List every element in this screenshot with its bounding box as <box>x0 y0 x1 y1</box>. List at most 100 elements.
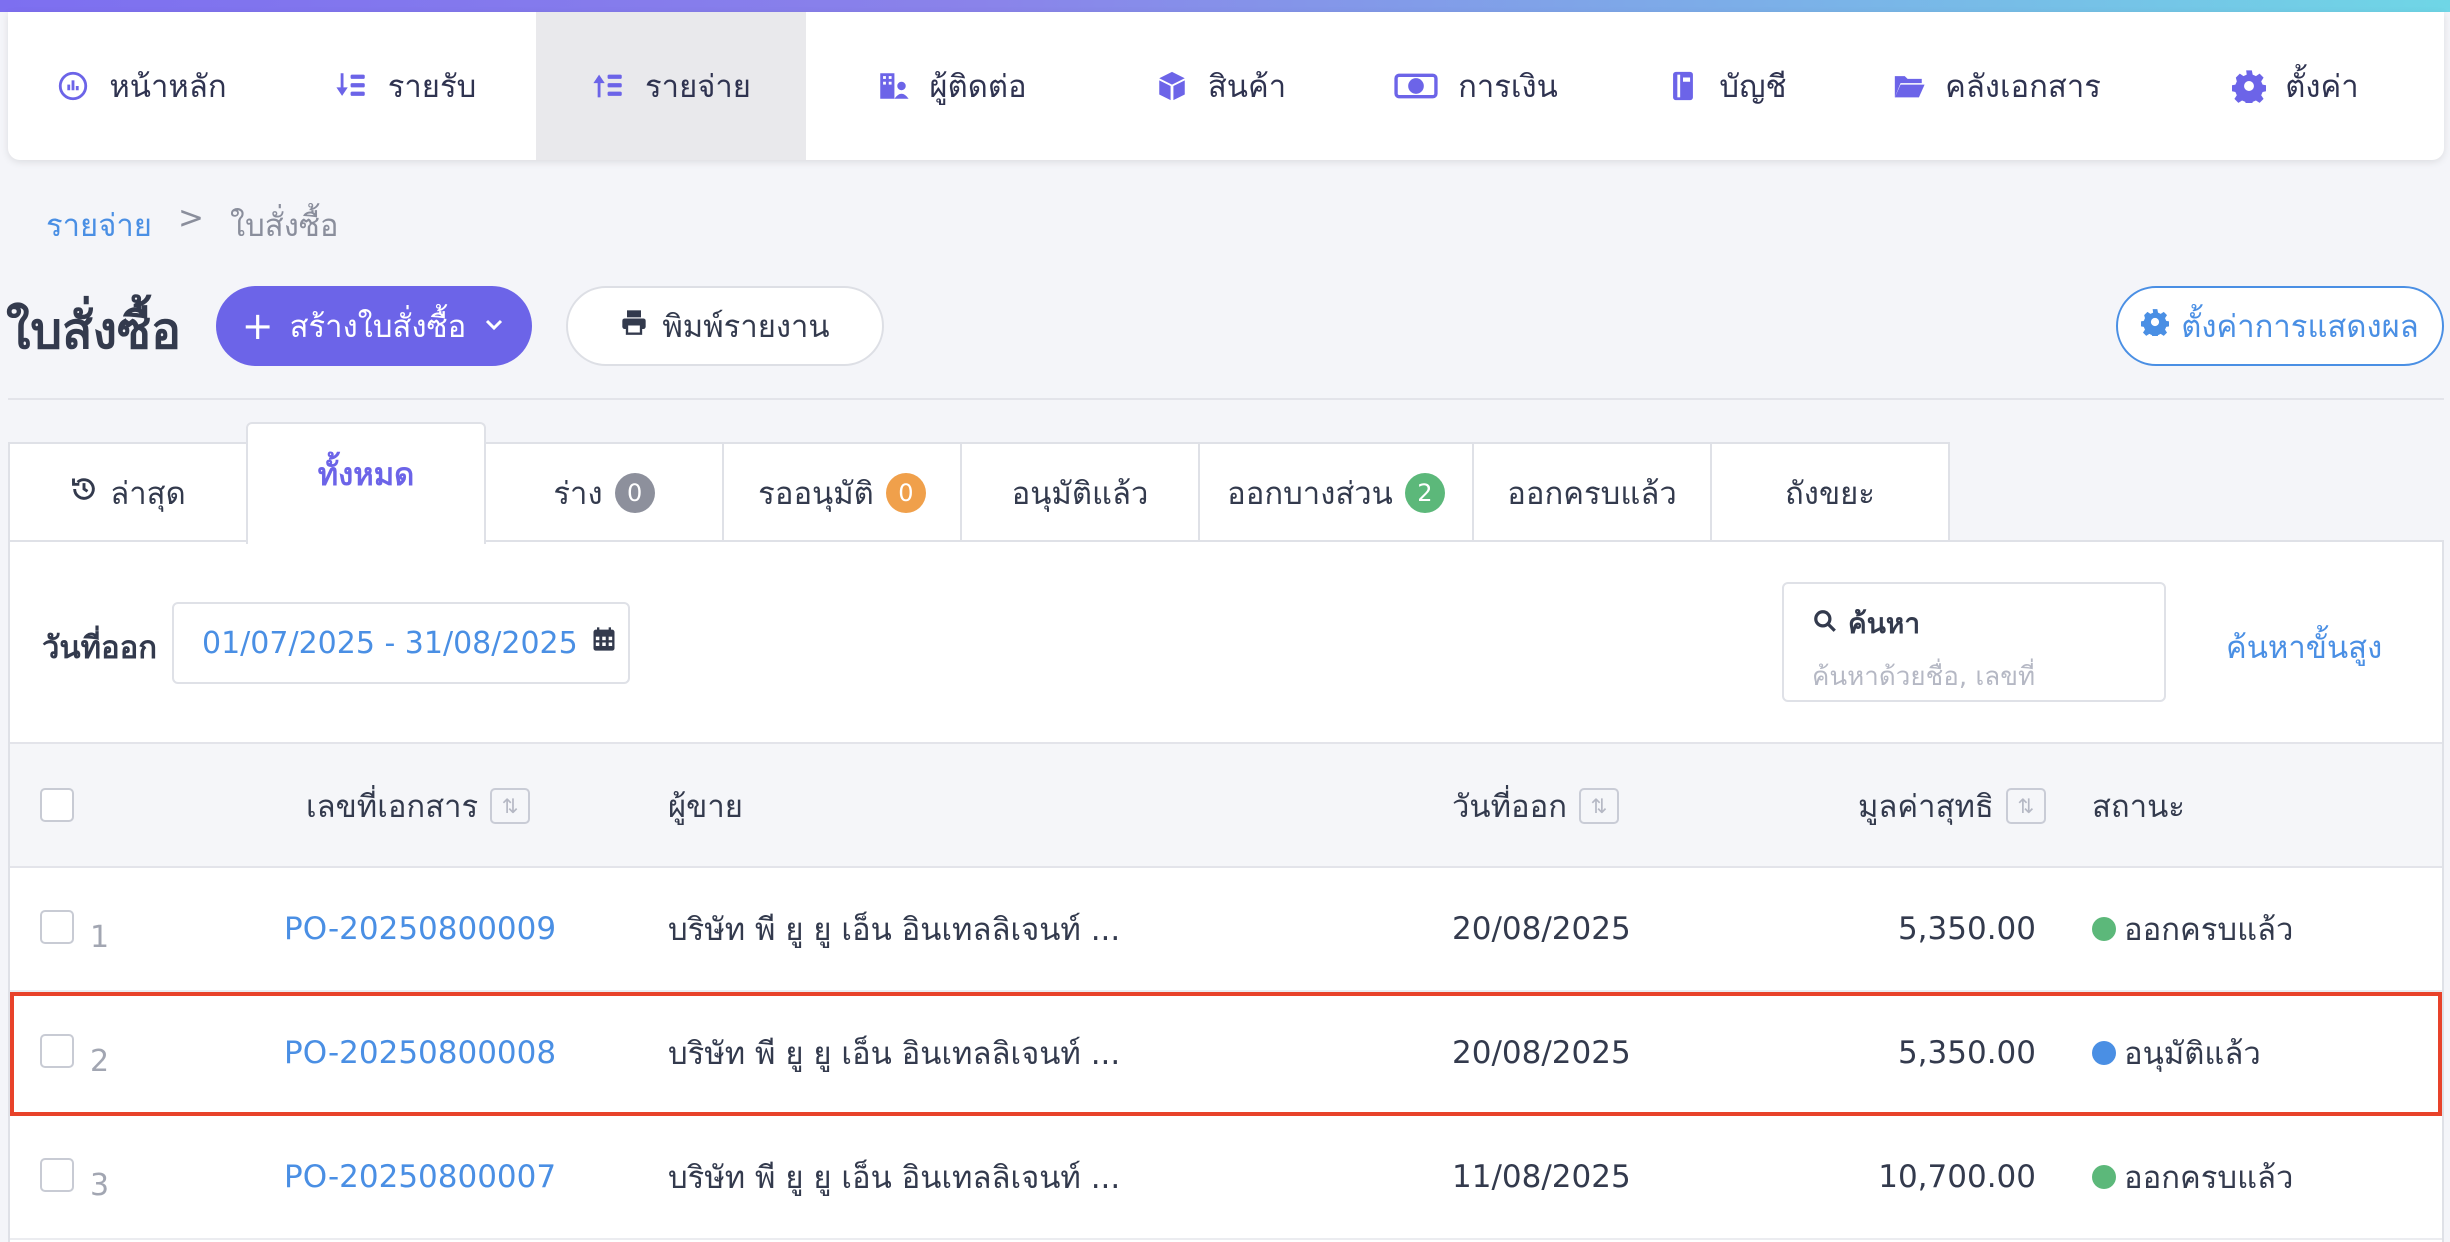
nav-item-expense[interactable]: รายจ่าย <box>536 12 806 160</box>
document-number-link[interactable]: PO-20250800007 <box>284 1116 556 1238</box>
section-divider <box>8 398 2444 400</box>
status-text: ออกครบแล้ว <box>2124 1160 2294 1196</box>
nav-item-home[interactable]: หน้าหลัก <box>8 12 274 160</box>
document-number-link[interactable]: PO-20250800008 <box>284 992 556 1114</box>
sort-icon[interactable]: ⇅ <box>490 788 531 824</box>
count-badge: 0 <box>614 473 655 513</box>
status-dot <box>2092 1165 2116 1189</box>
breadcrumb-link-expense[interactable]: รายจ่าย <box>46 200 152 250</box>
nav-label-income: รายรับ <box>387 69 477 105</box>
tab-all[interactable]: ทั้งหมด <box>246 422 486 544</box>
nav-item-finance[interactable]: การเงิน <box>1344 12 1606 160</box>
count-badge: 0 <box>885 473 926 513</box>
vendor-name: บริษัท พี ยู ยู เอ็น อินเทลลิเจนท์ ... <box>668 1036 1121 1072</box>
tab-draft[interactable]: ร่าง 0 <box>484 442 724 542</box>
gear-icon <box>2140 308 2170 344</box>
table-row[interactable]: 1 PO-20250800009 บริษัท พี ยู ยู เอ็น อิ… <box>10 868 2442 992</box>
column-header-status: สถานะ <box>2092 744 2185 868</box>
tab-label: ทั้งหมด <box>317 457 415 493</box>
print-button-label: พิมพ์รายงาน <box>662 309 830 345</box>
column-header-vendor: ผู้ขาย <box>668 744 743 868</box>
printer-icon <box>620 308 648 344</box>
status-text: อนุมัติแล้ว <box>2124 1036 2261 1072</box>
issue-date: 20/08/2025 <box>1452 911 1631 947</box>
search-label-text: ค้นหา <box>1848 607 1921 640</box>
breadcrumb-separator: > <box>177 200 204 236</box>
date-filter-label: วันที่ออก <box>42 630 158 666</box>
content-panel: วันที่ออก 01/07/2025 - 31/08/2025 ค้นหา … <box>8 540 2444 1242</box>
tab-trash[interactable]: ถังขยะ <box>1710 442 1950 542</box>
status-text: ออกครบแล้ว <box>2124 912 2294 948</box>
nav-label-home: หน้าหลัก <box>109 69 227 105</box>
table-row-highlighted[interactable]: 2 PO-20250800008 บริษัท พี ยู ยู เอ็น อิ… <box>10 992 2442 1116</box>
tab-pending-approval[interactable]: รออนุมัติ 0 <box>722 442 962 542</box>
row-checkbox[interactable] <box>40 910 74 944</box>
table-header: เลขที่เอกสาร ⇅ ผู้ขาย วันที่ออก ⇅ มูลค่า… <box>10 742 2442 868</box>
tab-fully-issued[interactable]: ออกครบแล้ว <box>1472 442 1712 542</box>
nav-label-documents: คลังเอกสาร <box>1945 69 2101 105</box>
date-range-value: 01/07/2025 - 31/08/2025 <box>202 625 578 661</box>
net-value: 5,350.00 <box>1897 1035 2036 1071</box>
search-placeholder: ค้นหาด้วยชื่อ, เลขที่ <box>1812 662 2036 692</box>
row-number: 2 <box>90 1043 110 1079</box>
date-range-picker[interactable]: 01/07/2025 - 31/08/2025 <box>172 602 630 684</box>
status-dot <box>2092 917 2116 941</box>
search-input[interactable]: ค้นหา ค้นหาด้วยชื่อ, เลขที่ <box>1782 582 2166 702</box>
column-header-issue-date[interactable]: วันที่ออก ⇅ <box>1452 744 1620 868</box>
chevron-down-icon <box>482 308 506 344</box>
row-checkbox[interactable] <box>40 1034 74 1068</box>
sort-icon[interactable]: ⇅ <box>2005 788 2046 824</box>
nav-item-products[interactable]: สินค้า <box>1096 12 1344 160</box>
row-number: 1 <box>90 919 110 955</box>
tab-label: ล่าสุด <box>110 476 186 512</box>
tab-latest[interactable]: ล่าสุด <box>8 442 248 542</box>
document-number-link[interactable]: PO-20250800009 <box>284 868 556 990</box>
nav-label-products: สินค้า <box>1207 69 1287 105</box>
tab-approved[interactable]: อนุมัติแล้ว <box>960 442 1200 542</box>
tab-partially-issued[interactable]: ออกบางส่วน 2 <box>1198 442 1474 542</box>
tab-label: ร่าง <box>553 476 603 512</box>
issue-date: 20/08/2025 <box>1452 1035 1631 1071</box>
contacts-icon <box>875 68 911 104</box>
print-report-button[interactable]: พิมพ์รายงาน <box>566 286 884 366</box>
vendor-name: บริษัท พี ยู ยู เอ็น อินเทลลิเจนท์ ... <box>668 912 1121 948</box>
column-label: มูลค่าสุทธิ <box>1858 789 1994 825</box>
column-label: วันที่ออก <box>1452 789 1568 825</box>
display-settings-button[interactable]: ตั้งค่าการแสดงผล <box>2116 286 2444 366</box>
vendor-name: บริษัท พี ยู ยู เอ็น อินเทลลิเจนท์ ... <box>668 1160 1121 1196</box>
table-row[interactable]: 3 PO-20250800007 บริษัท พี ยู ยู เอ็น อิ… <box>10 1116 2442 1240</box>
search-field-label: ค้นหา <box>1812 602 2136 646</box>
income-icon <box>334 68 370 104</box>
create-purchase-order-button[interactable]: + สร้างใบสั่งซื้อ <box>216 286 532 366</box>
search-icon <box>1812 608 1838 641</box>
column-header-doc-no[interactable]: เลขที่เอกสาร ⇅ <box>306 744 531 868</box>
plus-icon: + <box>241 304 274 348</box>
nav-item-settings[interactable]: ตั้งค่า <box>2146 12 2444 160</box>
gear-icon <box>2231 68 2267 104</box>
status-badge: ออกครบแล้ว <box>2092 868 2293 990</box>
nav-item-contacts[interactable]: ผู้ติดต่อ <box>806 12 1096 160</box>
row-checkbox[interactable] <box>40 1158 74 1192</box>
create-button-label: สร้างใบสั่งซื้อ <box>289 309 467 345</box>
nav-item-accounting[interactable]: บัญชี <box>1606 12 1846 160</box>
advanced-search-link[interactable]: ค้นหาขั้นสูง <box>2226 622 2382 672</box>
nav-item-income[interactable]: รายรับ <box>274 12 536 160</box>
column-label: สถานะ <box>2092 789 2185 825</box>
nav-item-documents[interactable]: คลังเอกสาร <box>1846 12 2146 160</box>
tab-label: ออกครบแล้ว <box>1507 476 1677 512</box>
folder-icon <box>1891 68 1927 104</box>
status-badge: อนุมัติแล้ว <box>2092 992 2261 1114</box>
sort-icon[interactable]: ⇅ <box>1579 788 1620 824</box>
display-settings-label: ตั้งค่าการแสดงผล <box>2181 309 2419 345</box>
status-dot <box>2092 1041 2116 1065</box>
column-header-net-value[interactable]: มูลค่าสุทธิ ⇅ <box>1858 744 2046 868</box>
breadcrumb-current: ใบสั่งซื้อ <box>229 208 339 244</box>
count-badge: 2 <box>1404 473 1445 513</box>
tab-label: ถังขยะ <box>1785 476 1875 512</box>
tab-label: รออนุมัติ <box>758 476 874 512</box>
top-gradient-bar <box>0 0 2450 12</box>
row-number: 3 <box>90 1167 110 1203</box>
ledger-icon <box>1665 68 1701 104</box>
select-all-checkbox[interactable] <box>40 788 74 822</box>
nav-label-settings: ตั้งค่า <box>2285 69 2359 105</box>
